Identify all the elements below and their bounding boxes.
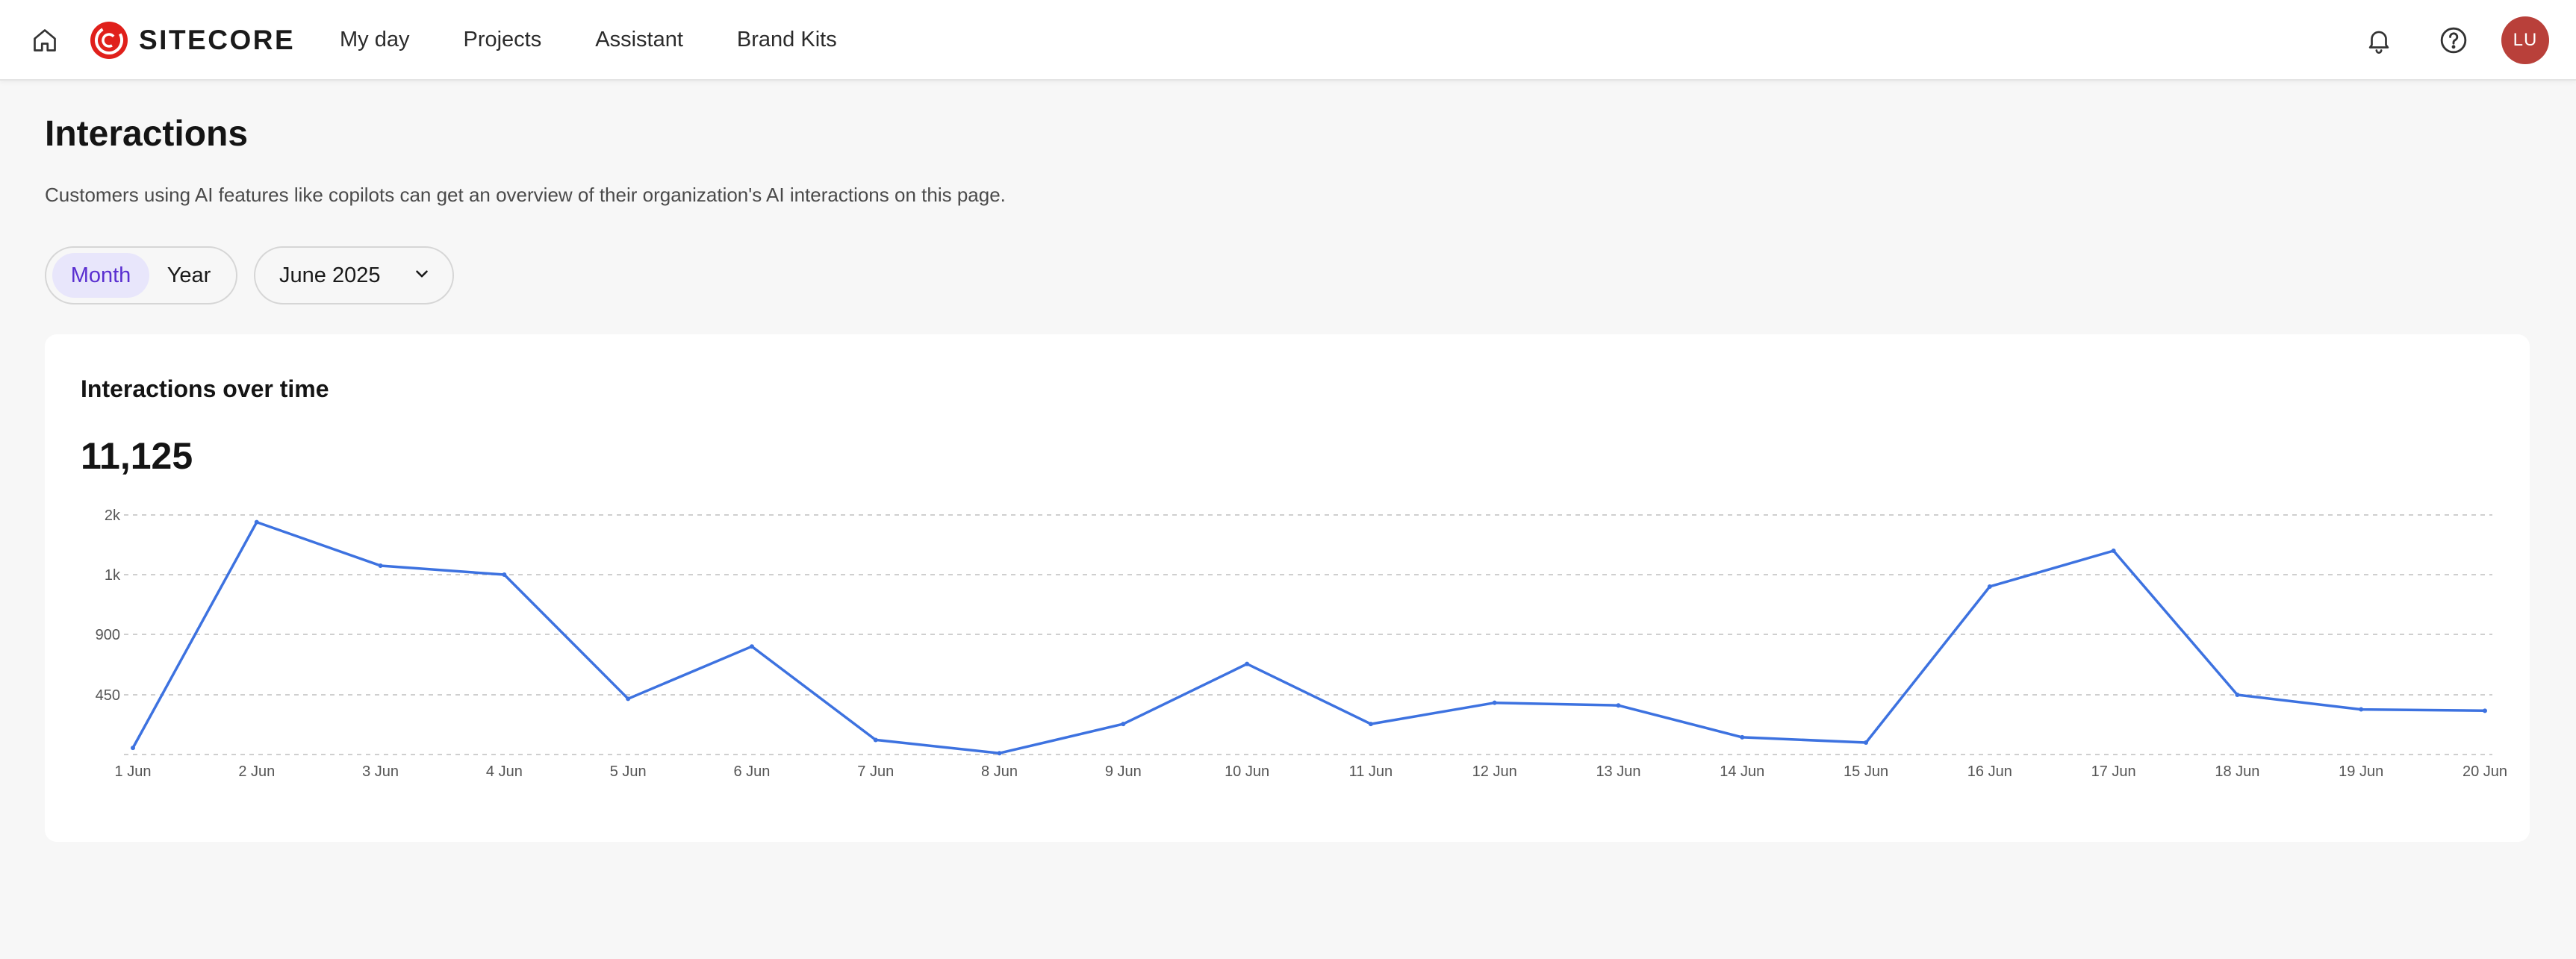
sitecore-logo[interactable]: SITECORE <box>90 19 295 61</box>
interactions-card: Interactions over time 11,125 2k 1k 900 450… <box>45 334 2530 842</box>
data-point <box>1864 740 1869 745</box>
main-nav: My day Projects Assistant Brand Kits <box>340 0 837 79</box>
x-tick-label: 5 Jun <box>610 763 647 780</box>
x-tick-label: 19 Jun <box>2339 763 2383 780</box>
data-point <box>2235 693 2240 697</box>
help-icon[interactable] <box>2434 21 2473 60</box>
home-icon[interactable] <box>27 22 63 58</box>
x-tick-label: 11 Jun <box>1349 763 1393 780</box>
notifications-bell-icon[interactable] <box>2359 21 2398 60</box>
data-point <box>1245 661 1250 666</box>
period-year-option[interactable]: Year <box>149 253 228 298</box>
data-point <box>378 563 383 568</box>
x-tick-label: 14 Jun <box>1720 763 1764 780</box>
data-point <box>1492 700 1497 705</box>
user-avatar[interactable]: LU <box>2501 16 2549 64</box>
top-navigation-bar: SITECORE My day Projects Assistant Brand… <box>0 0 2576 81</box>
x-tick-label: 17 Jun <box>2091 763 2136 780</box>
x-tick-label: 7 Jun <box>857 763 894 780</box>
data-point <box>254 519 259 525</box>
date-select-value: June 2025 <box>279 263 381 287</box>
period-month-option[interactable]: Month <box>52 253 149 298</box>
data-point <box>1368 722 1373 727</box>
brand-name: SITECORE <box>139 25 296 55</box>
page-description: Customers using AI features like copilot… <box>45 184 1006 206</box>
data-point <box>1616 703 1621 708</box>
x-tick-label: 2 Jun <box>238 763 275 780</box>
nav-item-brand-kits[interactable]: Brand Kits <box>737 28 837 52</box>
x-tick-label: 10 Jun <box>1225 763 1269 780</box>
x-tick-label: 9 Jun <box>1105 763 1142 780</box>
page-title: Interactions <box>45 114 249 154</box>
data-point <box>502 572 507 577</box>
data-point <box>2111 549 2116 553</box>
x-tick-label: 16 Jun <box>1967 763 2012 780</box>
data-point <box>626 696 631 702</box>
data-point <box>1740 734 1745 740</box>
data-point <box>2483 708 2487 713</box>
data-point <box>1121 722 1126 727</box>
nav-item-assistant[interactable]: Assistant <box>595 28 683 52</box>
sitecore-logo-icon <box>90 22 128 59</box>
x-tick-label: 6 Jun <box>733 763 770 780</box>
interactions-line-chart: 2k 1k 900 450 1 Jun 2 Jun 3 Jun 4 Jun 5 Jun 6 Jun… <box>96 507 2507 780</box>
y-tick-label: 2k <box>105 507 121 524</box>
data-point <box>873 737 878 743</box>
y-tick-label: 900 <box>96 627 120 643</box>
x-tick-label: 15 Jun <box>1844 763 1888 780</box>
x-tick-label: 18 Jun <box>2215 763 2259 780</box>
x-tick-label: 13 Jun <box>1596 763 1640 780</box>
nav-item-projects[interactable]: Projects <box>463 28 541 52</box>
data-point <box>131 746 135 751</box>
date-select[interactable]: June 2025 <box>254 246 454 304</box>
chevron-down-icon <box>412 264 432 287</box>
x-tick-label: 3 Jun <box>362 763 399 780</box>
x-tick-label: 20 Jun <box>2463 763 2507 780</box>
data-point <box>1987 584 1992 589</box>
x-tick-label: 12 Jun <box>1472 763 1517 780</box>
x-tick-label: 4 Jun <box>486 763 523 780</box>
data-point <box>2359 707 2364 712</box>
nav-item-my-day[interactable]: My day <box>340 28 409 52</box>
series-line <box>131 520 2486 755</box>
x-tick-label: 8 Jun <box>981 763 1018 780</box>
period-toggle: Month Year <box>45 246 237 304</box>
y-tick-label: 1k <box>105 567 121 584</box>
data-point <box>749 644 754 649</box>
x-tick-label: 1 Jun <box>115 763 152 780</box>
y-tick-label: 450 <box>96 687 120 704</box>
data-point <box>997 751 1002 756</box>
